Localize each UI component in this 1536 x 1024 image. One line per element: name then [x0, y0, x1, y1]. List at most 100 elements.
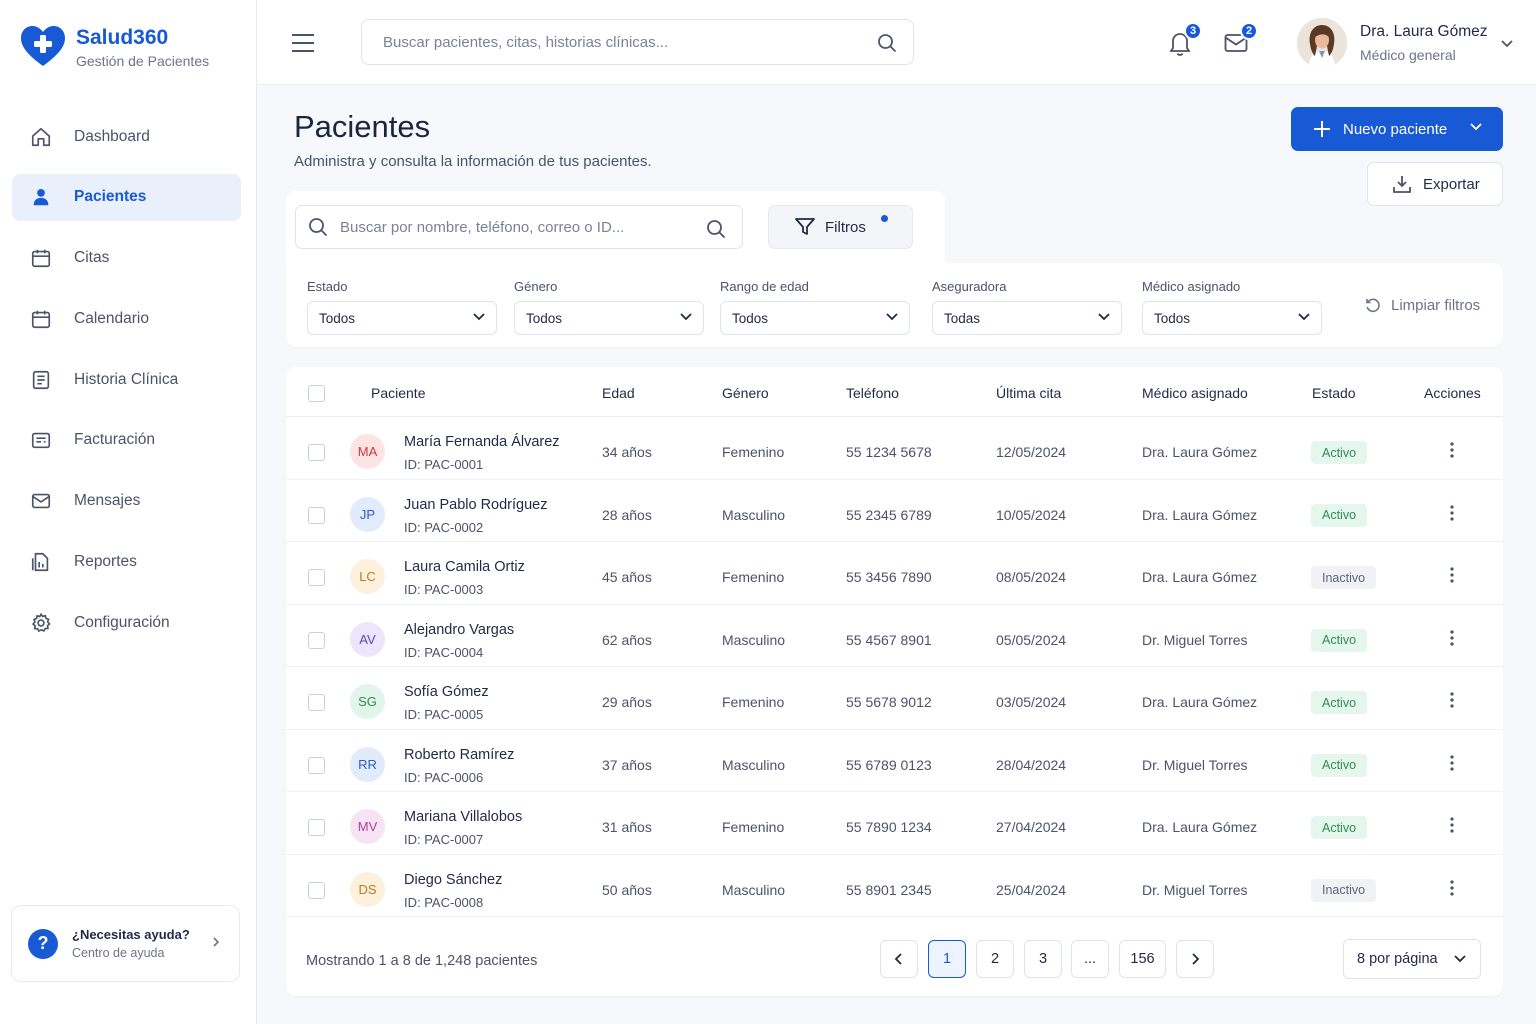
genero-select[interactable]: Todos: [514, 301, 704, 335]
patient-name[interactable]: María Fernanda Álvarez: [404, 434, 560, 450]
clear-filters-button[interactable]: Limpiar filtros: [1365, 297, 1480, 314]
sidebar-item-dashboard[interactable]: Dashboard: [12, 113, 241, 160]
sidebar-item-label: Dashboard: [74, 127, 150, 145]
patient-id: ID: PAC-0004: [404, 644, 484, 660]
row-checkbox[interactable]: [308, 881, 325, 899]
patient-name[interactable]: Mariana Villalobos: [404, 809, 522, 825]
row-checkbox[interactable]: [308, 444, 325, 461]
table-row[interactable]: JP Juan Pablo Rodríguez ID: PAC-0002 28 …: [286, 480, 1503, 542]
page-button[interactable]: 156: [1119, 940, 1166, 978]
patient-name[interactable]: Alejandro Vargas: [404, 622, 514, 638]
patient-gender: Femenino: [722, 694, 785, 710]
sidebar-item-configuracion[interactable]: Configuración: [12, 599, 241, 646]
status-badge: Activo: [1311, 691, 1368, 714]
filters-button[interactable]: Filtros: [768, 205, 913, 249]
patient-phone: 55 7890 1234: [846, 819, 932, 835]
help-center-card[interactable]: ? ¿Necesitas ayuda? Centro de ayuda: [11, 905, 240, 982]
column-header[interactable]: Edad: [602, 385, 635, 401]
notifications-badge: 3: [1184, 22, 1202, 40]
aseguradora-select[interactable]: Todas: [932, 301, 1122, 335]
more-actions-icon[interactable]: [1450, 754, 1454, 771]
report-icon: [30, 551, 52, 573]
assigned-doctor: Dra. Laura Gómez: [1142, 569, 1258, 585]
patient-name[interactable]: Roberto Ramírez: [404, 747, 514, 763]
heart-plus-logo-icon: [21, 26, 65, 66]
table-row[interactable]: DS Diego Sánchez ID: PAC-0008 50 años Ma…: [286, 855, 1503, 917]
page-button[interactable]: 3: [1024, 940, 1062, 978]
status-badge: Activo: [1311, 628, 1368, 652]
row-checkbox[interactable]: [308, 506, 325, 524]
export-button[interactable]: Exportar: [1367, 162, 1503, 206]
table-row[interactable]: MV Mariana Villalobos ID: PAC-0007 31 añ…: [286, 792, 1503, 855]
table-row[interactable]: SG Sofía Gómez ID: PAC-0005 29 años Feme…: [286, 667, 1503, 730]
select-value: Todos: [526, 310, 563, 326]
global-search[interactable]: [361, 19, 914, 65]
sidebar-item-mensajes[interactable]: Mensajes: [12, 478, 241, 525]
search-icon[interactable]: [877, 33, 897, 53]
select-all-checkbox[interactable]: [308, 385, 325, 402]
column-header[interactable]: Género: [722, 385, 769, 401]
patient-name[interactable]: Diego Sánchez: [404, 872, 502, 888]
column-header[interactable]: Teléfono: [846, 385, 899, 401]
table-row[interactable]: LC Laura Camila Ortiz ID: PAC-0003 45 añ…: [286, 542, 1503, 605]
chevron-down-icon[interactable]: [1469, 122, 1483, 132]
prev-page-button[interactable]: [880, 940, 918, 978]
page-button[interactable]: 2: [976, 940, 1014, 978]
rango-edad-select[interactable]: Todos: [720, 301, 910, 335]
status-badge: Activo: [1311, 441, 1368, 464]
more-actions-icon[interactable]: [1450, 692, 1454, 708]
sidebar-item-label: Mensajes: [74, 492, 141, 510]
sidebar-item-citas[interactable]: Citas: [12, 235, 241, 282]
more-actions-icon[interactable]: [1450, 629, 1454, 646]
brand[interactable]: Salud360 Gestión de Pacientes: [20, 24, 209, 70]
more-actions-icon[interactable]: [1450, 442, 1454, 458]
patient-gender: Masculino: [722, 881, 786, 898]
patient-name[interactable]: Sofía Gómez: [404, 684, 489, 700]
row-checkbox[interactable]: [308, 631, 325, 649]
table-row[interactable]: MA María Fernanda Álvarez ID: PAC-0001 3…: [286, 417, 1503, 480]
page-button[interactable]: 1: [928, 940, 966, 978]
table-row[interactable]: AV Alejandro Vargas ID: PAC-0004 62 años…: [286, 605, 1503, 667]
estado-select[interactable]: Todos: [307, 301, 497, 335]
table-row[interactable]: RR Roberto Ramírez ID: PAC-0006 37 años …: [286, 730, 1503, 792]
more-actions-icon[interactable]: [1450, 817, 1454, 833]
per-page-select[interactable]: 8 por página: [1343, 939, 1481, 979]
user-role: Médico general: [1360, 47, 1456, 63]
patient-search-input[interactable]: [340, 218, 700, 236]
more-actions-icon[interactable]: [1450, 567, 1454, 583]
more-actions-icon[interactable]: [1450, 504, 1454, 521]
global-search-input[interactable]: [383, 33, 863, 51]
last-appointment: 27/04/2024: [996, 819, 1067, 835]
user-menu[interactable]: Dra. Laura Gómez Médico general: [1297, 18, 1514, 68]
column-header[interactable]: Última cita: [996, 385, 1061, 401]
row-checkbox[interactable]: [308, 569, 325, 586]
new-patient-button[interactable]: Nuevo paciente: [1291, 107, 1503, 151]
patient-name[interactable]: Laura Camila Ortiz: [404, 559, 525, 575]
patient-search[interactable]: [295, 205, 743, 249]
patient-name[interactable]: Juan Pablo Rodríguez: [404, 497, 548, 513]
patient-initials-avatar: LC: [350, 559, 385, 594]
patient-id: ID: PAC-0008: [404, 894, 484, 910]
menu-toggle-icon[interactable]: [291, 33, 315, 53]
column-header[interactable]: Paciente: [371, 385, 425, 401]
search-icon[interactable]: [706, 219, 726, 239]
row-checkbox[interactable]: [308, 756, 325, 774]
medico-select[interactable]: Todos: [1142, 301, 1322, 335]
patient-initials-avatar: JP: [350, 496, 385, 532]
select-value: Todos: [732, 310, 769, 326]
assigned-doctor: Dra. Laura Gómez: [1142, 506, 1258, 523]
chevron-left-icon: [894, 953, 902, 965]
column-header[interactable]: Médico asignado: [1142, 385, 1248, 401]
row-checkbox[interactable]: [308, 694, 325, 711]
notifications-button[interactable]: 3: [1168, 22, 1202, 56]
sidebar-item-facturacion[interactable]: Facturación: [12, 417, 241, 464]
next-page-button[interactable]: [1176, 940, 1214, 978]
row-checkbox[interactable]: [308, 819, 325, 836]
sidebar-item-historia-clinica[interactable]: Historia Clínica: [12, 356, 241, 403]
sidebar-item-pacientes[interactable]: Pacientes: [12, 173, 241, 221]
column-header[interactable]: Estado: [1312, 385, 1356, 401]
sidebar-item-calendario[interactable]: Calendario: [12, 295, 241, 342]
more-actions-icon[interactable]: [1450, 879, 1454, 896]
messages-button[interactable]: 2: [1224, 22, 1258, 54]
sidebar-item-reportes[interactable]: Reportes: [12, 539, 241, 586]
